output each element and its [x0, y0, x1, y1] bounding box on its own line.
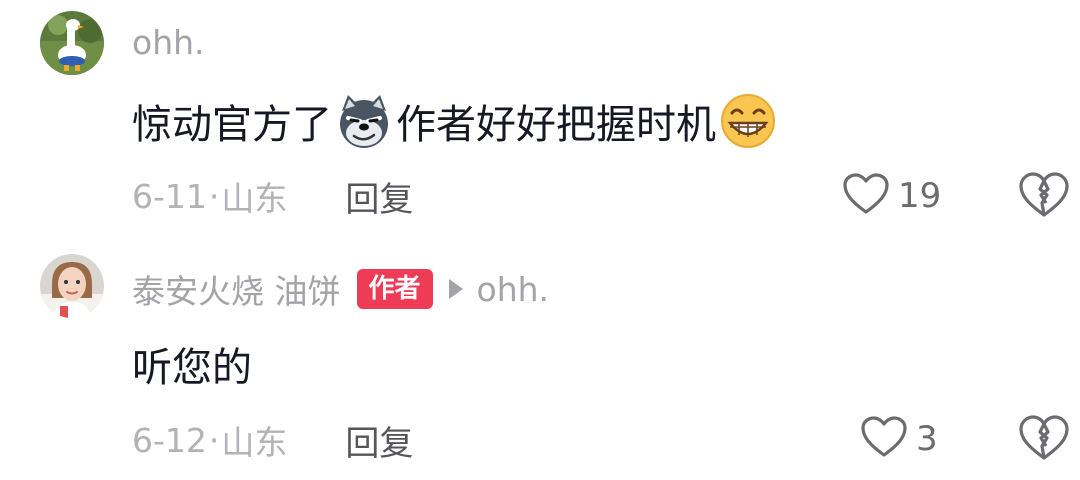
comment-meta: 6-11 · 山东 回复: [132, 172, 413, 221]
dislike-button[interactable]: [1018, 171, 1070, 221]
comment-text: 惊动官方了: [132, 102, 332, 148]
avatar[interactable]: [40, 254, 104, 318]
grin-emoji-icon: [718, 91, 778, 151]
comment-meta: 6-12 · 山东 回复: [132, 416, 413, 465]
comment-content: 听您的: [132, 334, 252, 394]
reply-to-username[interactable]: ohh.: [477, 270, 550, 309]
author-badge: 作者: [356, 269, 433, 309]
dislike-button[interactable]: [1018, 414, 1070, 464]
reply-arrow-icon: [448, 279, 463, 299]
username[interactable]: 泰安火烧 油饼: [132, 265, 341, 313]
comment-location: 山东: [221, 179, 288, 218]
separator-dot: ·: [208, 176, 220, 216]
separator-dot: ·: [208, 420, 220, 460]
broken-heart-icon: [1018, 415, 1070, 466]
comment-header: ohh.: [132, 20, 205, 64]
wolf-sly-emoji-icon: [334, 91, 394, 151]
comment-date: 6-11: [132, 176, 207, 216]
reply-button[interactable]: 回复: [345, 172, 413, 221]
heart-outline-icon: [860, 415, 908, 463]
comment-header: 泰安火烧 油饼 作者 ohh.: [132, 267, 549, 311]
heart-outline-icon: [842, 172, 890, 220]
reply-button[interactable]: 回复: [345, 416, 413, 465]
avatar[interactable]: [40, 11, 104, 75]
comment-date: 6-12: [132, 420, 207, 460]
username[interactable]: ohh.: [132, 23, 205, 62]
like-count: 3: [916, 419, 938, 459]
like-button[interactable]: 3: [860, 414, 938, 464]
broken-heart-icon: [1018, 172, 1070, 223]
comment-item: ohh. 惊动官方了 作者好好把握时机 6-11 · 山东 回复 19: [0, 0, 1080, 240]
comment-item: 泰安火烧 油饼 作者 ohh. 听您的 6-12 · 山东 回复 3: [0, 240, 1080, 480]
comment-text: 听您的: [132, 345, 252, 391]
like-button[interactable]: 19: [842, 171, 941, 221]
comment-content: 惊动官方了 作者好好把握时机: [132, 91, 780, 151]
comment-location: 山东: [221, 423, 288, 462]
like-count: 19: [898, 176, 942, 216]
comment-text: 作者好好把握时机: [396, 102, 716, 148]
